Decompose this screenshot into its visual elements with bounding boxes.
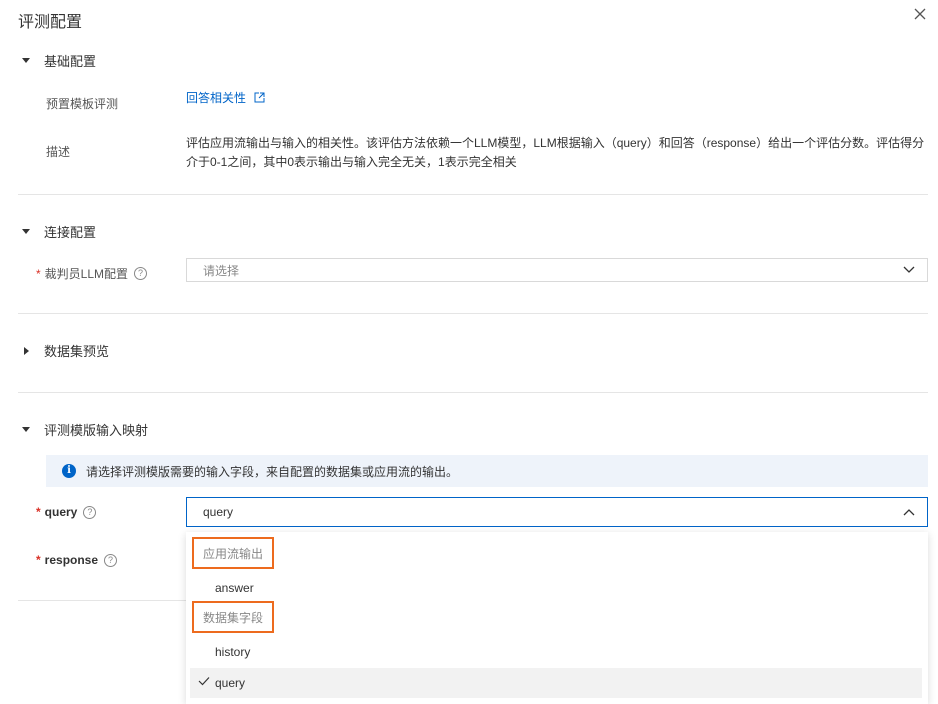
chevron-up-icon: [903, 509, 915, 516]
response-label-text: response: [44, 553, 99, 567]
description-text: 评估应用流输出与输入的相关性。该评估方法依赖一个LLM模型，LLM根据输入（qu…: [186, 134, 926, 172]
query-dropdown-menu: 应用流输出 answer 数据集字段 history query: [186, 532, 928, 704]
help-icon[interactable]: ?: [134, 267, 148, 280]
group-label-dataset-fields: 数据集字段: [192, 601, 275, 633]
judge-llm-label-text: 裁判员LLM配置: [44, 267, 129, 281]
divider: [18, 194, 928, 195]
info-icon: i: [62, 464, 76, 478]
caret-down-icon: [22, 427, 30, 432]
option-history[interactable]: history: [190, 637, 922, 667]
option-query[interactable]: query: [190, 668, 922, 698]
required-mark: *: [36, 505, 41, 519]
divider: [18, 392, 928, 393]
chevron-down-icon: [903, 266, 915, 273]
divider: [18, 313, 928, 314]
option-answer-label: answer: [215, 581, 254, 595]
help-icon[interactable]: ?: [104, 553, 118, 567]
option-answer[interactable]: answer: [190, 573, 922, 603]
required-mark: *: [36, 553, 41, 567]
description-line-2: 介于0-1之间，其中0表示输出与输入完全无关，1表示完全相关: [186, 155, 517, 169]
required-mark: *: [36, 266, 41, 281]
option-history-label: history: [215, 645, 251, 659]
option-query-label: query: [215, 676, 246, 690]
caret-right-icon: [24, 346, 29, 355]
section-connection-header[interactable]: 连接配置: [22, 222, 96, 241]
close-icon[interactable]: [912, 6, 928, 22]
judge-llm-placeholder: 请选择: [203, 263, 240, 278]
section-dataset-header[interactable]: 数据集预览: [22, 341, 109, 360]
query-label-text: query: [44, 505, 78, 519]
desc-label: 描述: [46, 145, 71, 159]
judge-llm-label: * 裁判员LLM配置 ?: [36, 265, 148, 282]
dialog-title: 评测配置: [18, 14, 83, 31]
check-icon: [198, 677, 210, 686]
help-icon[interactable]: ?: [83, 505, 97, 519]
template-link[interactable]: 回答相关性: [186, 89, 265, 106]
section-mapping-header[interactable]: 评测模版输入映射: [22, 420, 148, 439]
section-basic-title: 基础配置: [44, 54, 97, 69]
response-label: * response ?: [36, 553, 118, 567]
info-notice: i 请选择评测模版需要的输入字段，来自配置的数据集或应用流的输出。: [46, 455, 928, 487]
judge-llm-select[interactable]: 请选择: [186, 258, 928, 282]
group-label-app-output: 应用流输出: [192, 537, 275, 569]
section-dataset-title: 数据集预览: [44, 344, 110, 359]
query-select-value: query: [203, 505, 234, 519]
caret-down-icon: [22, 229, 30, 234]
external-link-icon: [254, 92, 265, 103]
section-mapping-title: 评测模版输入映射: [44, 423, 149, 438]
query-select[interactable]: query: [186, 497, 928, 527]
section-connection-title: 连接配置: [44, 225, 97, 240]
template-link-text: 回答相关性: [186, 91, 247, 105]
section-basic-header[interactable]: 基础配置: [22, 51, 96, 70]
query-label: * query ?: [36, 505, 97, 519]
notice-text: 请选择评测模版需要的输入字段，来自配置的数据集或应用流的输出。: [86, 464, 459, 479]
caret-down-icon: [22, 58, 30, 63]
description-line-1: 评估应用流输出与输入的相关性。该评估方法依赖一个LLM模型，LLM根据输入（qu…: [186, 136, 925, 150]
template-label: 预置模板评测: [46, 97, 119, 111]
